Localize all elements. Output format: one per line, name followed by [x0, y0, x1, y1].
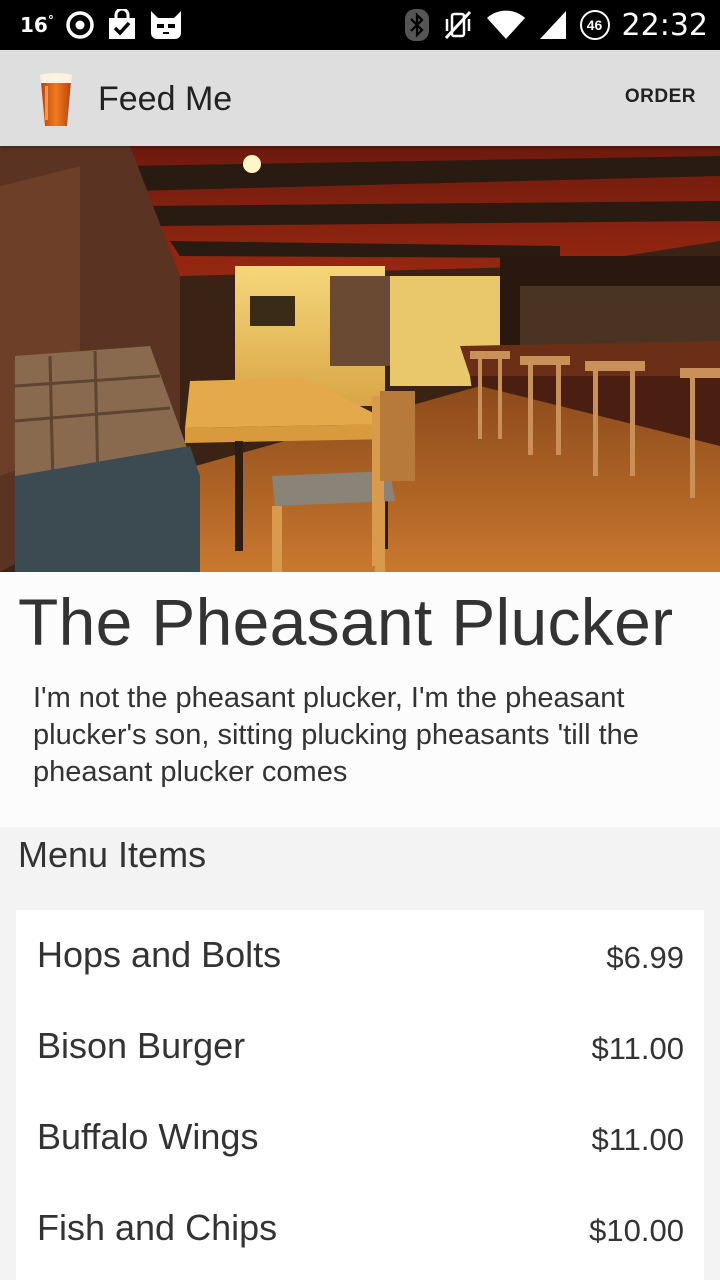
menu-item-name: Hops and Bolts — [37, 934, 282, 975]
menu-item-price: $11.00 — [591, 1122, 684, 1157]
menu-item-name: Fish and Chips — [37, 1207, 278, 1248]
beer-glass-icon[interactable] — [38, 72, 74, 128]
status-left: 16° — [20, 8, 184, 42]
menu-item[interactable]: Hops and Bolts $6.99 — [16, 910, 704, 1001]
action-bar: Feed Me ORDER — [0, 50, 720, 146]
shopping-bag-check-icon — [108, 9, 135, 39]
bluetooth-icon — [404, 9, 429, 41]
status-right: 46 22:32 — [404, 7, 708, 43]
app-title: Feed Me — [98, 80, 233, 118]
menu-item-name: Bison Burger — [37, 1025, 246, 1066]
temperature: 16° — [20, 13, 54, 37]
sync-icon — [66, 11, 94, 39]
clock: 22:32 — [621, 7, 708, 43]
menu-item-price: $10.00 — [589, 1213, 684, 1248]
menu-list: Hops and Bolts $6.99 Bison Burger $11.00… — [16, 910, 704, 1280]
menu-header: Menu Items — [18, 834, 207, 875]
place-title: The Pheasant Plucker — [18, 585, 674, 659]
status-bar: 16° 46 22:32 — [0, 0, 720, 50]
menu-item-price: $11.00 — [591, 1031, 684, 1066]
menu-item[interactable]: Buffalo Wings $11.00 — [16, 1092, 704, 1183]
order-button[interactable]: ORDER — [625, 86, 696, 108]
menu-item-name: Buffalo Wings — [37, 1116, 259, 1157]
vibrate-off-icon — [444, 10, 471, 40]
wifi-icon — [486, 10, 525, 39]
menu-item[interactable]: Fish and Chips $10.00 — [16, 1183, 704, 1274]
notification-count-badge: 46 — [579, 10, 610, 40]
cat-mod-icon — [150, 11, 181, 39]
signal-icon — [539, 11, 566, 39]
place-description: I'm not the pheasant plucker, I'm the ph… — [33, 682, 639, 788]
menu-item-price: $6.99 — [606, 940, 684, 975]
restaurant-photo — [0, 146, 720, 572]
menu-item[interactable]: Bison Burger $11.00 — [16, 1001, 704, 1092]
place-info: The Pheasant Plucker I'm not the pheasan… — [0, 572, 720, 827]
